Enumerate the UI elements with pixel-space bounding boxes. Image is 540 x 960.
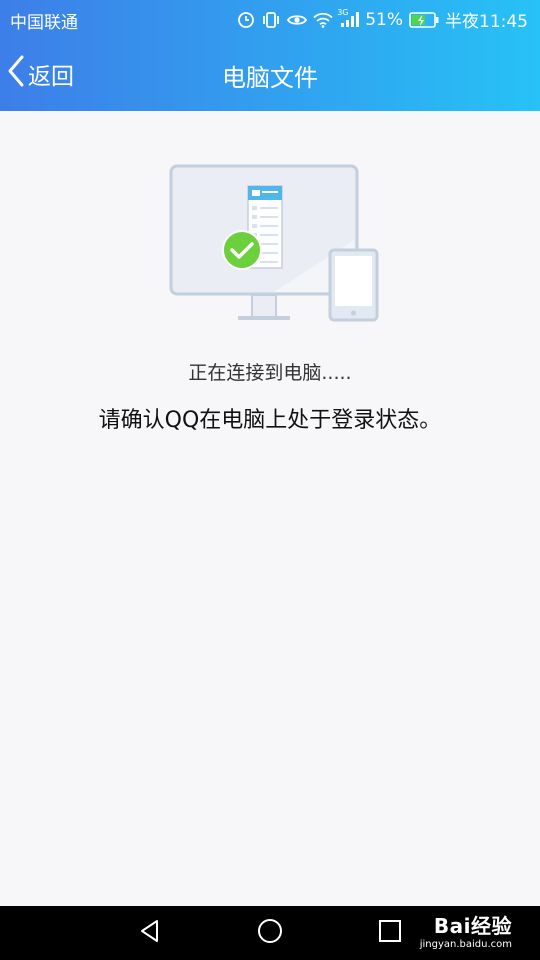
nav-back-button[interactable] — [133, 918, 167, 948]
watermark-url: jingyan.baidu.com — [419, 939, 512, 950]
system-nav-bar: Bai经验 jingyan.baidu.com — [0, 906, 540, 960]
back-triangle-icon — [137, 918, 163, 948]
tablet-icon — [328, 248, 379, 322]
carrier-label: 中国联通 — [10, 13, 78, 33]
battery-icon — [409, 11, 439, 28]
connect-illustration — [168, 164, 382, 324]
recents-square-icon — [377, 918, 403, 948]
nav-home-button[interactable] — [253, 918, 287, 948]
page-title: 电脑文件 — [222, 64, 318, 92]
clock: 半夜11:45 — [445, 12, 528, 32]
eye-icon — [287, 13, 308, 27]
watermark-brand: Bai经验 — [433, 914, 512, 938]
baidu-jingyan-watermark: Bai经验 jingyan.baidu.com — [420, 910, 512, 950]
nav-recents-button[interactable] — [373, 918, 407, 948]
check-circle-icon — [222, 230, 262, 270]
signal-icon: 3G — [337, 8, 360, 28]
nav-bar: 返回 电脑文件 — [0, 36, 540, 111]
battery-percent: 51% — [365, 9, 403, 30]
connecting-status: 正在连接到电脑..... — [188, 362, 352, 384]
home-circle-icon — [256, 917, 284, 949]
status-icons: 3G 51% 半夜11:45 — [237, 7, 528, 32]
login-instruction: 请确认QQ在电脑上处于登录状态。 — [98, 408, 442, 433]
network-type-label: 3G — [337, 7, 349, 17]
alarm-icon — [237, 11, 255, 29]
status-bar: 中国联通 3G 51% 半夜11:45 — [0, 0, 540, 36]
wifi-icon — [313, 12, 333, 28]
vibrate-icon — [261, 11, 281, 29]
